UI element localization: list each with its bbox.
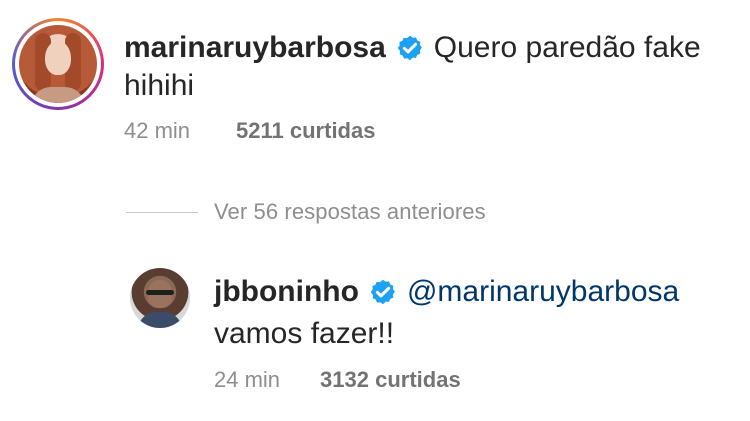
reply-comment-likes[interactable]: 3132 curtidas [320, 365, 461, 395]
reply-comment-text: vamos fazer!! [214, 317, 395, 350]
top-username[interactable]: marinaruybarbosa [124, 28, 386, 68]
top-comment-text: Quero paredão fake [433, 31, 701, 64]
reply-mention[interactable]: @marinaruybarbosa [407, 272, 679, 312]
story-ring-inner [15, 21, 101, 107]
replies-divider [126, 211, 198, 213]
reply-comment-time: 24 min [214, 367, 281, 392]
avatar-shirt [138, 312, 182, 328]
top-comment-line1: marinaruybarbosa Quero paredão fake [124, 28, 701, 68]
top-comment-text-line2: hihihi [124, 69, 195, 102]
view-replies-row[interactable]: Ver 56 respostas anteriores [126, 195, 486, 229]
verified-badge-icon [397, 35, 422, 61]
reply-username[interactable]: jbboninho [214, 272, 359, 312]
avatar-face [45, 41, 71, 75]
avatar-boninho[interactable] [130, 268, 190, 328]
top-comment-meta: 42 min 5211 curtidas [124, 116, 375, 146]
verified-badge-icon [370, 279, 395, 305]
avatar-marina[interactable] [19, 25, 97, 103]
top-comment-time: 42 min [124, 118, 191, 143]
reply-comment-meta: 24 min 3132 curtidas [214, 365, 461, 395]
view-replies-label[interactable]: Ver 56 respostas anteriores [214, 199, 486, 225]
top-comment-likes[interactable]: 5211 curtidas [236, 116, 375, 146]
reply-comment-line1: jbboninho @marinaruybarbosa [214, 272, 679, 312]
top-comment: marinaruybarbosa Quero paredão fake hihi… [0, 0, 750, 160]
story-ring[interactable] [12, 18, 104, 110]
avatar-glasses [146, 290, 174, 295]
